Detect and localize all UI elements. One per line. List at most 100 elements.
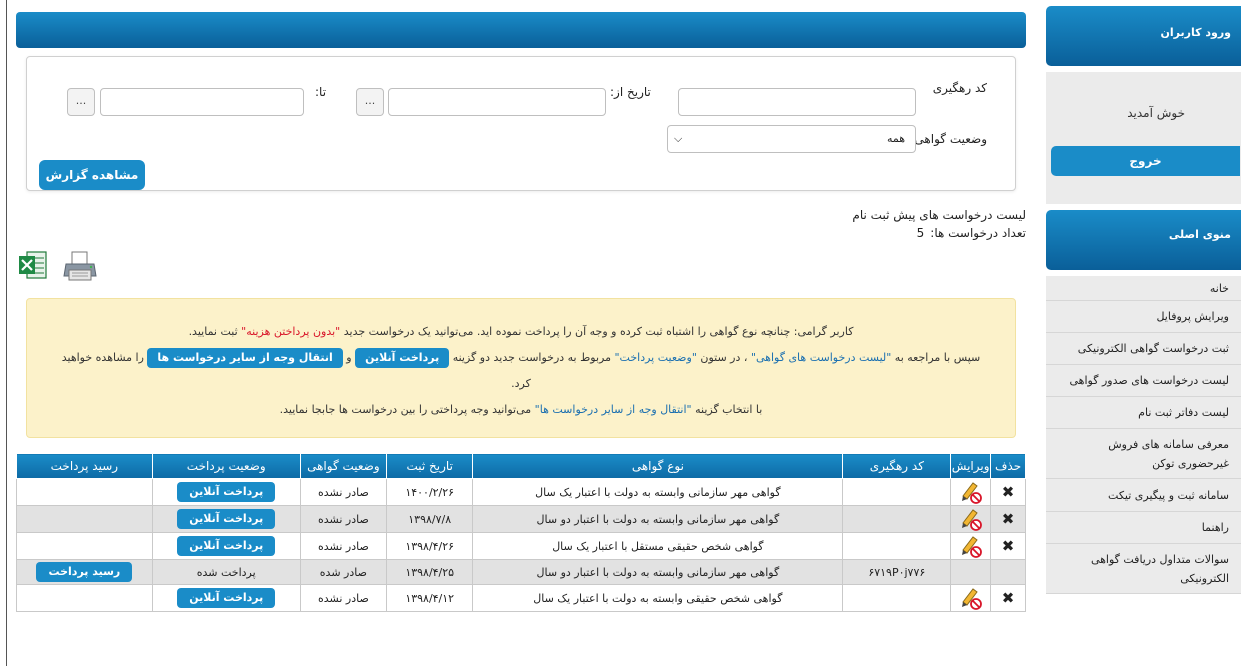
printer-icon[interactable]	[63, 250, 97, 282]
col-edit-header: ویرایش	[950, 453, 992, 479]
delete-icon[interactable]: ✖	[1002, 483, 1015, 501]
delete-cell: ✖	[990, 584, 1026, 612]
list-title: لیست درخواست های پیش ثبت نام	[852, 208, 1026, 222]
page-edge-rule	[6, 0, 7, 666]
edit-cell	[950, 584, 992, 612]
delete-cell: ✖	[990, 505, 1026, 533]
notice-text: ، در ستون	[696, 351, 751, 364]
certificate-type-cell: گواهی مهر سازمانی وابسته به دولت با اعتب…	[472, 559, 844, 585]
certificate-type-cell: گواهی شخص حقیقی مستقل با اعتبار یک سال	[472, 532, 844, 560]
col-type-header: نوع گواهی	[472, 453, 844, 479]
payment-cell: پرداخت آنلاین	[151, 505, 301, 533]
notice-text: ثبت نمایید.	[188, 325, 242, 338]
notice-highlight-red: "بدون پرداختن هزینه"	[241, 325, 341, 338]
col-delete-header: حذف	[990, 453, 1026, 479]
menu-item-token-sales-systems[interactable]: معرفی سامانه های فروش غیرحضوری توکن	[1046, 429, 1241, 479]
menu-item-new-certificate-request[interactable]: ثبت درخواست گواهی الکترونیکی	[1046, 333, 1241, 365]
table-row: ۶۷۱۹P۰j۷۷۶ گواهی مهر سازمانی وابسته به د…	[16, 559, 1026, 585]
date-to-label: تا:	[315, 85, 327, 99]
online-pay-button[interactable]: پرداخت آنلاین	[177, 536, 276, 556]
tracking-code-label: کد رهگیری	[932, 81, 987, 95]
date-cell: ۱۳۹۸/۴/۲۶	[386, 532, 474, 560]
certificate-status-cell: صادر نشده	[299, 478, 388, 506]
menu-item-ticket-system[interactable]: سامانه ثبت و پیگیری تیکت	[1046, 479, 1241, 512]
tracking-cell	[842, 532, 952, 560]
notice-online-pay-pill: پرداخت آنلاین	[355, 348, 450, 368]
online-pay-button[interactable]: پرداخت آنلاین	[177, 588, 276, 608]
edit-cell	[950, 559, 992, 585]
date-cell: ۱۳۹۸/۴/۱۲	[386, 584, 474, 612]
date-to-picker-button[interactable]: ...	[67, 88, 95, 116]
notice-text: می‌توانید وجه پرداختی را بین درخواست ها …	[279, 403, 535, 416]
welcome-text: خوش آمدید	[1127, 106, 1185, 120]
table-row: ✖ گواهی مهر سازمانی وابسته به دولت با اع…	[16, 478, 1026, 506]
edit-pencil-icon[interactable]	[958, 585, 984, 611]
logout-button[interactable]: خروج	[1051, 146, 1240, 176]
notice-highlight-blue: "لیست درخواست های گواهی"	[750, 351, 892, 364]
certificate-type-cell: گواهی مهر سازمانی وابسته به دولت با اعتب…	[472, 505, 844, 533]
notice-line-1: کاربر گرامی: چنانچه نوع گواهی را اشتباه …	[27, 319, 1015, 345]
menu-item-faq[interactable]: سوالات متداول دریافت گواهی الکترونیکی	[1046, 544, 1241, 594]
payment-cell: پرداخت شده	[151, 559, 301, 585]
payment-cell: پرداخت آنلاین	[151, 584, 301, 612]
certificate-status-cell: صادر نشده	[299, 532, 388, 560]
main-menu: خانه ویرایش پروفایل ثبت درخواست گواهی ال…	[1046, 276, 1241, 594]
edit-cell	[950, 532, 992, 560]
tracking-cell	[842, 584, 952, 612]
receipt-cell	[16, 532, 153, 560]
notice-transfer-pill: انتقال وجه از سایر درخواست ها	[147, 348, 343, 368]
menu-item-help[interactable]: راهنما	[1046, 512, 1241, 544]
menu-item-issue-requests-list[interactable]: لیست درخواست های صدور گواهی	[1046, 365, 1241, 397]
date-to-input[interactable]	[100, 88, 304, 116]
requests-table: حذف ویرایش کد رهگیری نوع گواهی تاریخ ثبت…	[16, 453, 1026, 612]
notice-text: کاربر گرامی: چنانچه نوع گواهی را اشتباه …	[340, 325, 854, 338]
edit-pencil-icon[interactable]	[958, 533, 984, 559]
edit-cell	[950, 505, 992, 533]
request-count-label: تعداد درخواست ها:	[930, 226, 1026, 240]
online-pay-button[interactable]: پرداخت آنلاین	[177, 509, 276, 529]
receipt-cell	[16, 478, 153, 506]
col-payment-header: وضعیت پرداخت	[151, 453, 301, 479]
notice-line-3: کرد.	[511, 377, 531, 390]
login-panel: خوش آمدید خروج	[1046, 72, 1241, 204]
menu-item-edit-profile[interactable]: ویرایش پروفایل	[1046, 301, 1241, 333]
menu-item-registration-offices[interactable]: لیست دفاتر ثبت نام	[1046, 397, 1241, 429]
delete-icon[interactable]: ✖	[1002, 589, 1015, 607]
col-tracking-header: کد رهگیری	[842, 453, 952, 479]
date-cell: ۱۳۹۸/۴/۲۵	[386, 559, 474, 585]
date-from-input[interactable]	[388, 88, 606, 116]
main-menu-header: منوی اصلی	[1046, 210, 1241, 270]
chevron-down-icon: ⌵	[674, 132, 683, 145]
notice-text: با انتخاب گزینه	[691, 403, 763, 416]
date-cell: ۱۴۰۰/۲/۲۶	[386, 478, 474, 506]
delete-icon[interactable]: ✖	[1002, 537, 1015, 555]
online-pay-button[interactable]: پرداخت آنلاین	[177, 482, 276, 502]
edit-pencil-icon[interactable]	[958, 506, 984, 532]
receipt-cell	[16, 505, 153, 533]
login-panel-header: ورود کاربران	[1046, 6, 1241, 66]
payment-cell: پرداخت آنلاین	[151, 532, 301, 560]
payment-receipt-button[interactable]: رسید پرداخت	[36, 562, 133, 582]
date-from-label: تاریخ از:	[610, 85, 651, 99]
main-content: کد رهگیری تاریخ از: ... تا: ... وضعیت گو…	[16, 12, 1026, 662]
certificate-status-cell: صادر شده	[299, 559, 388, 585]
delete-icon[interactable]: ✖	[1002, 510, 1015, 528]
certificate-type-cell: گواهی مهر سازمانی وابسته به دولت با اعتب…	[472, 478, 844, 506]
notice-text: را مشاهده خواهید	[61, 351, 148, 364]
menu-item-home[interactable]: خانه	[1046, 276, 1241, 301]
tracking-cell	[842, 478, 952, 506]
notice-text: مربوط به درخواست جدید دو گزینه	[449, 351, 615, 364]
notice-text: سپس با مراجعه به	[891, 351, 981, 364]
status-selected-value: همه	[886, 132, 905, 145]
status-select[interactable]: همه ⌵	[667, 125, 916, 153]
tracking-code-input[interactable]	[678, 88, 916, 116]
edit-pencil-icon[interactable]	[958, 479, 984, 505]
view-report-button[interactable]: مشاهده گزارش	[39, 160, 145, 190]
col-date-header: تاریخ ثبت	[386, 453, 474, 479]
excel-export-icon[interactable]	[18, 250, 48, 280]
date-from-picker-button[interactable]: ...	[356, 88, 384, 116]
status-label: وضعیت گواهی	[914, 132, 987, 146]
notice-line-2: سپس با مراجعه به "لیست درخواست های گواهی…	[27, 345, 1015, 371]
tracking-cell: ۶۷۱۹P۰j۷۷۶	[842, 559, 952, 585]
certificate-status-cell: صادر نشده	[299, 505, 388, 533]
